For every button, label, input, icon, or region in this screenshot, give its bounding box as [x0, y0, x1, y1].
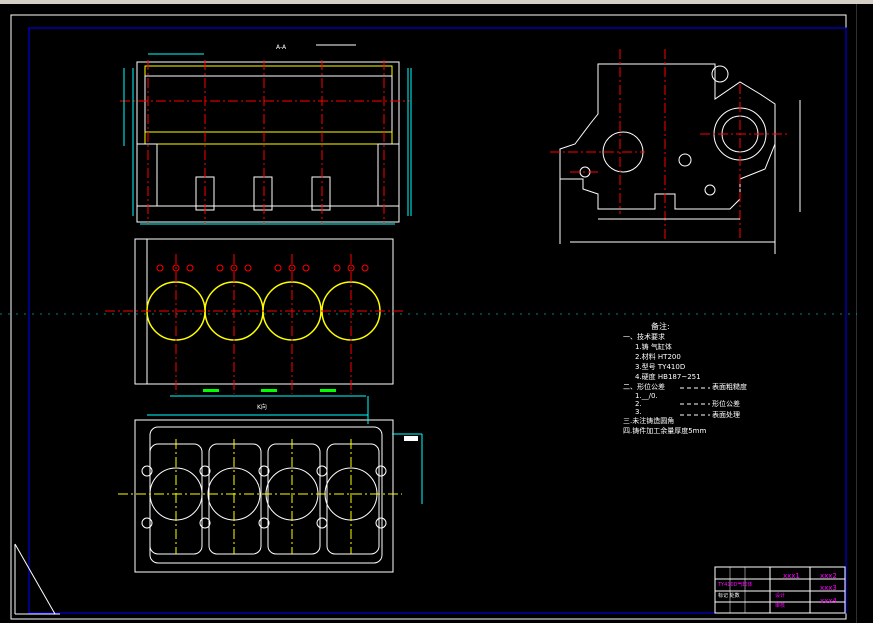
legend-item-1: 形位公差: [712, 400, 740, 408]
view-label: K向: [257, 403, 267, 411]
vertical-scrollbar[interactable]: [856, 4, 873, 623]
title-cell-1: xxx1: [783, 572, 800, 580]
ucs-icon: [14, 543, 60, 615]
title-row-0: 标记 处数: [718, 593, 740, 599]
title-row-2: 审核: [775, 603, 786, 609]
cad-drawing-canvas[interactable]: A-A K向: [0, 4, 857, 623]
drawing-border: [0, 14, 857, 620]
section-view-a-a: A-A: [120, 44, 412, 225]
side-view: [550, 49, 801, 254]
legend-item-0: 表面粗糙度: [712, 383, 747, 391]
title-cell-2: xxx2: [820, 572, 837, 580]
note-0: 一、技术要求: [623, 333, 665, 341]
plan-view: [105, 238, 405, 397]
note-10: 四.铸件加工余量厚度5mm: [623, 427, 707, 435]
title-cell-3: xxx3: [820, 584, 837, 592]
title-cell-4: xxx4: [820, 597, 837, 605]
k-view: K向: [118, 396, 423, 573]
legend-lines: [680, 387, 710, 416]
note-2: 2.材料 HT200: [635, 353, 681, 361]
section-label: A-A: [276, 44, 287, 51]
note-1: 1.铸 气缸体: [635, 343, 672, 351]
title-row-1: 设计: [775, 593, 786, 599]
legend-item-2: 表面处理: [712, 411, 740, 419]
note-3: 3.型号 TY410D: [635, 363, 686, 371]
note-4: 4.硬度 HB187~251: [635, 373, 701, 381]
notes-title: 备注:: [651, 322, 670, 331]
title-magenta-row: TY410D气缸体: [718, 582, 753, 588]
